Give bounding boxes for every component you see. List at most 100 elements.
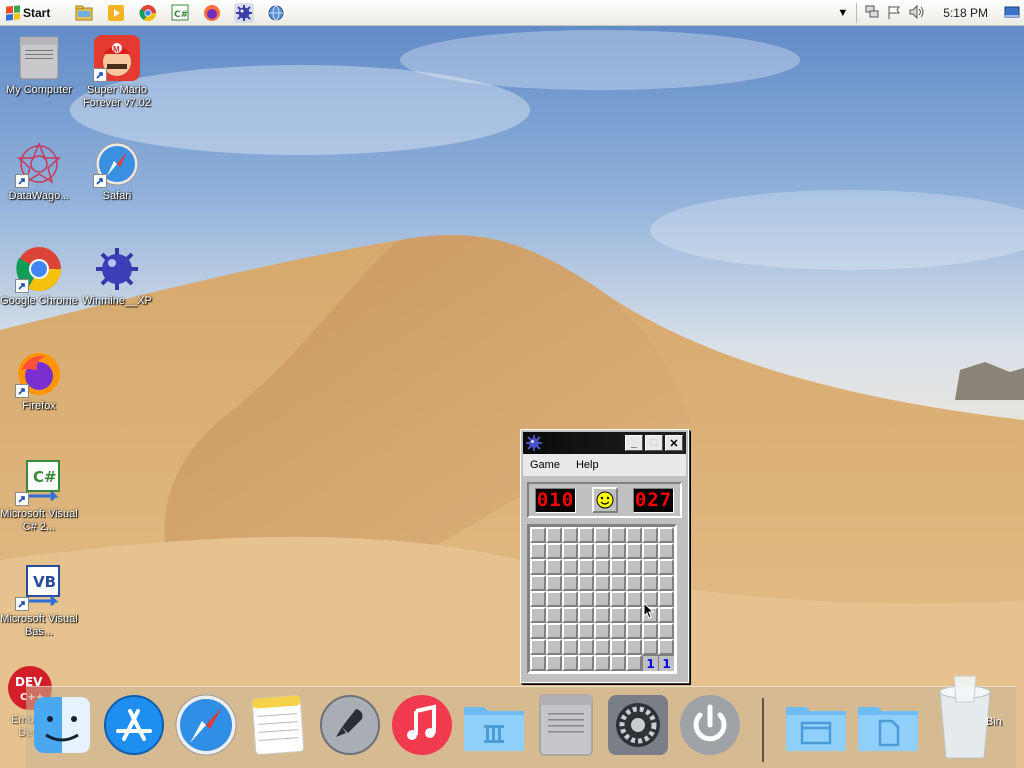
safari-icon[interactable]	[174, 693, 238, 757]
mine-cell[interactable]	[642, 639, 658, 655]
mine-cell[interactable]	[546, 559, 562, 575]
notes-icon[interactable]	[246, 693, 310, 757]
mine-cell[interactable]	[546, 591, 562, 607]
menu-help[interactable]: Help	[576, 459, 599, 471]
mine-cell[interactable]	[530, 623, 546, 639]
itunes-icon[interactable]	[390, 693, 454, 757]
mine-cell[interactable]	[626, 655, 642, 671]
mine-cell[interactable]	[578, 575, 594, 591]
mine-cell[interactable]	[642, 623, 658, 639]
mine-cell[interactable]	[578, 559, 594, 575]
chevron-down-icon[interactable]: ▼	[837, 7, 848, 19]
documents-folder-icon[interactable]	[784, 693, 848, 757]
start-button[interactable]: Start	[2, 2, 56, 24]
mine-cell[interactable]	[610, 639, 626, 655]
mine-cell[interactable]	[562, 639, 578, 655]
desktop-icon-visual-basic[interactable]: VB Microsoft Visual Bas...	[0, 563, 78, 639]
mine-cell[interactable]	[658, 623, 674, 639]
show-desktop-icon[interactable]	[1004, 5, 1020, 22]
mine-cell[interactable]	[594, 575, 610, 591]
mine-cell[interactable]	[546, 527, 562, 543]
revealed-cell[interactable]: 1	[642, 655, 658, 671]
mine-cell[interactable]	[530, 639, 546, 655]
mine-cell[interactable]	[658, 639, 674, 655]
close-button[interactable]: ✕	[665, 435, 683, 451]
mine-cell[interactable]	[530, 527, 546, 543]
mine-cell[interactable]	[562, 655, 578, 671]
mine-cell[interactable]	[626, 639, 642, 655]
mine-cell[interactable]	[562, 527, 578, 543]
mine-cell[interactable]	[594, 559, 610, 575]
mine-cell[interactable]	[546, 543, 562, 559]
mac-pro-icon[interactable]	[534, 693, 598, 757]
mine-cell[interactable]	[610, 591, 626, 607]
mine-cell[interactable]	[610, 607, 626, 623]
applications-folder-icon[interactable]	[462, 693, 526, 757]
desktop-icon-datawagon[interactable]: DataWago...	[0, 140, 78, 203]
desktop-icon-safari[interactable]: Safari	[78, 140, 156, 203]
mine-cell[interactable]	[594, 543, 610, 559]
minesweeper-titlebar[interactable]: _ □ ✕	[523, 432, 686, 454]
mine-cell[interactable]	[642, 543, 658, 559]
desktop-icon-google-chrome[interactable]: Google Chrome	[0, 245, 78, 308]
firefox-icon[interactable]	[202, 3, 222, 23]
mine-cell[interactable]	[626, 543, 642, 559]
chrome-icon[interactable]	[138, 3, 158, 23]
mine-cell[interactable]	[626, 575, 642, 591]
mine-cell[interactable]	[578, 639, 594, 655]
mine-cell[interactable]	[530, 559, 546, 575]
desktop-icon-winmine[interactable]: Winmine__XP	[78, 245, 156, 308]
flag-icon[interactable]	[887, 5, 901, 22]
mine-cell[interactable]	[626, 559, 642, 575]
mine-cell[interactable]	[562, 575, 578, 591]
desktop-icon-firefox[interactable]: Firefox	[0, 350, 78, 413]
mine-cell[interactable]	[594, 639, 610, 655]
mine-cell[interactable]	[530, 655, 546, 671]
power-icon[interactable]	[678, 693, 742, 757]
mine-cell[interactable]	[578, 591, 594, 607]
network-icon[interactable]	[865, 5, 879, 22]
launchpad-icon[interactable]	[318, 693, 382, 757]
mine-cell[interactable]	[626, 591, 642, 607]
mine-cell[interactable]	[562, 543, 578, 559]
explorer-icon[interactable]	[74, 3, 94, 23]
mine-cell[interactable]	[546, 607, 562, 623]
mine-cell[interactable]	[610, 575, 626, 591]
desktop-icon-visual-csharp[interactable]: C# Microsoft Visual C# 2...	[0, 458, 78, 534]
desktop-icon-my-computer[interactable]: My Computer	[0, 34, 78, 97]
media-player-icon[interactable]	[106, 3, 126, 23]
mine-cell[interactable]	[562, 591, 578, 607]
mine-cell[interactable]	[594, 527, 610, 543]
mine-cell[interactable]	[562, 559, 578, 575]
mine-cell[interactable]	[658, 527, 674, 543]
mine-cell[interactable]	[530, 607, 546, 623]
mine-cell[interactable]	[594, 623, 610, 639]
mine-cell[interactable]	[530, 543, 546, 559]
winmine-icon[interactable]	[234, 2, 255, 23]
system-preferences-icon[interactable]	[606, 693, 670, 757]
mine-cell[interactable]	[626, 623, 642, 639]
revealed-cell[interactable]: 1	[658, 655, 674, 671]
mine-cell[interactable]	[658, 559, 674, 575]
mine-cell[interactable]	[578, 543, 594, 559]
mine-cell[interactable]	[546, 575, 562, 591]
mine-cell[interactable]	[642, 559, 658, 575]
globe-icon[interactable]	[266, 3, 286, 23]
csharp-icon[interactable]: C#	[170, 3, 190, 23]
mine-cell[interactable]	[578, 607, 594, 623]
mine-cell[interactable]	[610, 543, 626, 559]
mine-cell[interactable]	[594, 655, 610, 671]
mine-cell[interactable]	[610, 655, 626, 671]
files-folder-icon[interactable]	[856, 693, 920, 757]
mine-cell[interactable]	[658, 543, 674, 559]
mine-cell[interactable]	[658, 575, 674, 591]
mine-cell[interactable]	[626, 527, 642, 543]
mine-cell[interactable]	[578, 527, 594, 543]
volume-icon[interactable]	[909, 4, 925, 22]
mine-cell[interactable]	[546, 623, 562, 639]
clock[interactable]: 5:18 PM	[943, 6, 988, 20]
mine-cell[interactable]	[594, 591, 610, 607]
app-store-icon[interactable]	[102, 693, 166, 757]
mine-cell[interactable]	[642, 575, 658, 591]
mine-cell[interactable]	[658, 591, 674, 607]
